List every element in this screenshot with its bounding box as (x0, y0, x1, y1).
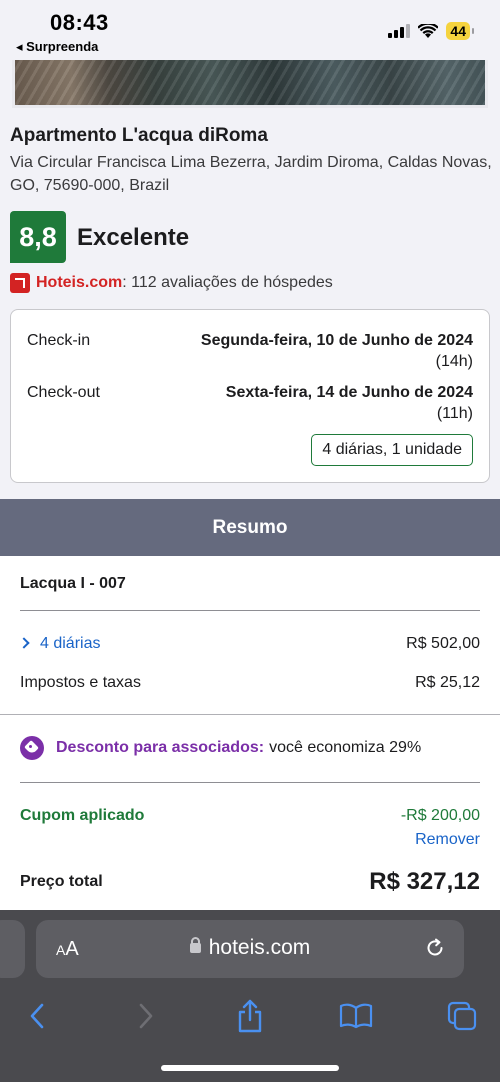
remove-coupon-link[interactable]: Remover (415, 831, 480, 849)
nights-label: 4 diárias (40, 635, 101, 652)
home-indicator[interactable] (161, 1065, 339, 1071)
discount-label: Desconto para associados: (56, 739, 265, 756)
lock-icon (189, 937, 201, 953)
url-display[interactable]: hoteis.com (36, 936, 464, 960)
price-tag-icon (20, 736, 44, 760)
url-text: hoteis.com (208, 936, 311, 959)
reload-icon[interactable] (424, 937, 446, 959)
status-time: 08:43 (50, 10, 109, 35)
wifi-icon (418, 23, 439, 38)
taxes-label: Impostos e taxas (20, 674, 141, 691)
chevron-right-icon (139, 1003, 153, 1029)
coupon-value: -R$ 200,00 (400, 807, 480, 824)
tabs-icon (447, 1001, 477, 1031)
rating-label: Excelente (77, 224, 190, 251)
member-discount: Desconto para associados: você economiza… (20, 736, 421, 760)
checkout-date: Sexta-feira, 14 de Junho de 2024 (225, 384, 473, 401)
share-button[interactable] (230, 996, 270, 1036)
nights-price: R$ 502,00 (406, 635, 480, 652)
checkin-time: (14h) (435, 353, 473, 370)
status-bar: 08:43 ◂ Surpreenda 44 (0, 0, 500, 60)
checkout-time: (11h) (436, 405, 473, 422)
reviews-count: : 112 avaliações de hóspedes (122, 274, 333, 291)
divider (0, 714, 500, 715)
summary-header: Resumo (0, 499, 500, 556)
back-to-app-link[interactable]: ◂ Surpreenda (16, 39, 98, 55)
reviews-source: Hoteis.com : 112 avaliações de hóspedes (10, 273, 333, 293)
address-bar[interactable]: AA hoteis.com (36, 920, 464, 978)
checkin-label: Check-in (27, 332, 91, 349)
browser-toolbar (0, 988, 500, 1048)
brand-name: Hoteis.com (36, 274, 123, 291)
status-icons: 44 (388, 22, 474, 40)
bookmarks-button[interactable] (336, 996, 376, 1036)
checkin-date: Segunda-feira, 10 de Junho de 2024 (200, 332, 473, 349)
total-label: Preço total (20, 873, 103, 890)
hoteis-logo-icon (10, 273, 30, 293)
nights-breakdown-toggle[interactable]: 4 diárias (18, 635, 101, 653)
total-price: R$ 327,12 (369, 868, 480, 895)
battery-indicator: 44 (446, 22, 474, 40)
stay-dates-card: Check-in Segunda-feira, 10 de Junho de 2… (10, 309, 490, 483)
divider (20, 610, 480, 611)
rating-score-badge: 8,8 (10, 211, 66, 263)
chevron-left-icon (30, 1003, 44, 1029)
forward-button[interactable] (126, 996, 166, 1036)
discount-text: você economiza 29% (269, 739, 422, 756)
back-button[interactable] (17, 996, 57, 1036)
divider (20, 782, 480, 783)
previous-tab[interactable] (0, 920, 25, 978)
share-icon (238, 999, 262, 1033)
checkout-label: Check-out (27, 384, 100, 401)
price-summary: Lacqua I - 007 4 diárias R$ 502,00 Impos… (0, 556, 500, 916)
browser-chrome: AA hoteis.com (0, 910, 500, 1082)
property-address: Via Circular Francisca Lima Bezerra, Jar… (10, 154, 492, 194)
tabs-button[interactable] (442, 996, 482, 1036)
room-name: Lacqua I - 007 (20, 575, 126, 592)
chevron-right-icon (18, 637, 30, 649)
taxes-price: R$ 25,12 (415, 674, 480, 691)
coupon-label: Cupom aplicado (20, 807, 145, 824)
cellular-signal-icon (388, 24, 411, 38)
book-icon (339, 1003, 373, 1029)
nights-units-badge: 4 diárias, 1 unidade (311, 434, 473, 466)
property-name: Apartmento L'acqua diRoma (10, 125, 268, 146)
